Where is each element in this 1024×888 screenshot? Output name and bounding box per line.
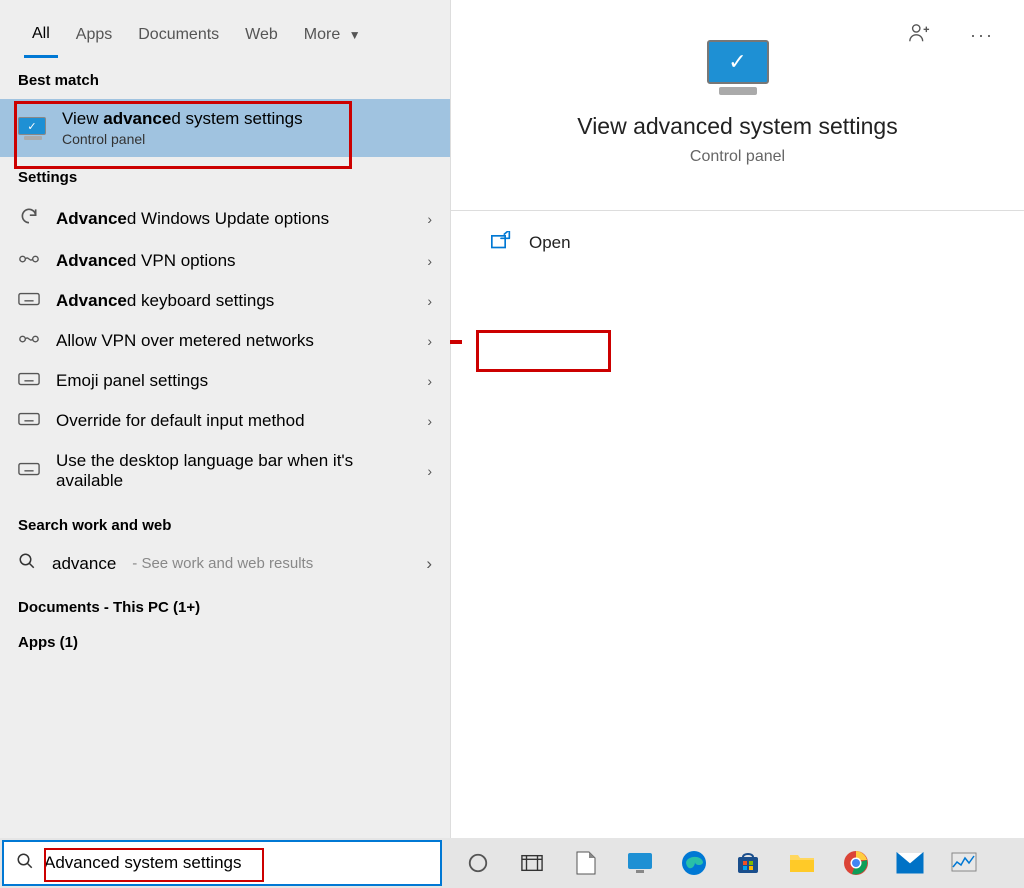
monitor-icon: ✓ xyxy=(18,117,48,139)
chevron-right-icon: › xyxy=(427,253,432,269)
chevron-down-icon: ▼ xyxy=(349,28,361,42)
chevron-right-icon: › xyxy=(427,413,432,429)
results-column: All Apps Documents Web More ▼ Best match… xyxy=(0,0,450,838)
chevron-right-icon: › xyxy=(427,373,432,389)
settings-item-4[interactable]: Emoji panel settings › xyxy=(0,361,450,401)
task-view-icon[interactable] xyxy=(508,839,556,887)
chevron-right-icon: › xyxy=(426,554,432,574)
settings-label: Settings xyxy=(0,157,450,196)
cortana-icon[interactable] xyxy=(454,839,502,887)
keyboard-icon xyxy=(18,372,40,391)
apps-section-label[interactable]: Apps (1) xyxy=(0,620,450,655)
search-input[interactable] xyxy=(44,853,428,873)
best-match-result[interactable]: ✓ View advanced system settings Control … xyxy=(0,99,450,157)
highlight-dash xyxy=(450,340,462,344)
settings-item-label: Advanced keyboard settings xyxy=(56,291,411,311)
settings-item-0[interactable]: Advanced Windows Update options › xyxy=(0,196,450,241)
tab-apps[interactable]: Apps xyxy=(68,22,120,56)
settings-item-3[interactable]: Allow VPN over metered networks › xyxy=(0,321,450,361)
settings-item-label: Advanced VPN options xyxy=(56,251,411,271)
system-monitor-icon[interactable] xyxy=(940,839,988,887)
chevron-right-icon: › xyxy=(427,333,432,349)
best-match-label: Best match xyxy=(0,60,450,99)
settings-item-6[interactable]: Use the desktop language bar when it's a… xyxy=(0,441,450,501)
details-title: View advanced system settings xyxy=(471,113,1004,140)
search-tabs: All Apps Documents Web More ▼ xyxy=(0,0,450,60)
display-settings-icon[interactable] xyxy=(616,839,664,887)
monitor-icon-large: ✓ xyxy=(703,40,773,95)
chevron-right-icon: › xyxy=(427,463,432,479)
vpn-icon xyxy=(18,332,40,351)
settings-item-5[interactable]: Override for default input method › xyxy=(0,401,450,441)
libreoffice-icon[interactable] xyxy=(562,839,610,887)
settings-item-1[interactable]: Advanced VPN options › xyxy=(0,241,450,281)
settings-item-label: Advanced Windows Update options xyxy=(56,209,411,229)
settings-item-2[interactable]: Advanced keyboard settings › xyxy=(0,281,450,321)
more-options-icon[interactable]: ··· xyxy=(970,25,994,46)
store-icon[interactable] xyxy=(724,839,772,887)
search-web-label: Search work and web xyxy=(0,501,450,542)
file-explorer-icon[interactable] xyxy=(778,839,826,887)
tab-documents[interactable]: Documents xyxy=(130,22,227,56)
vpn-icon xyxy=(18,252,40,271)
chevron-right-icon: › xyxy=(427,293,432,309)
chevron-right-icon: › xyxy=(427,211,432,227)
details-subtitle: Control panel xyxy=(471,148,1004,166)
web-search-result[interactable]: advance - See work and web results › xyxy=(0,542,450,585)
settings-item-label: Override for default input method xyxy=(56,411,411,431)
search-icon xyxy=(18,552,36,575)
mail-icon[interactable] xyxy=(886,839,934,887)
settings-list: Advanced Windows Update options›Advanced… xyxy=(0,196,450,501)
person-icon[interactable] xyxy=(908,22,930,49)
keyboard-icon xyxy=(18,412,40,431)
search-icon xyxy=(16,852,34,875)
windows-search-panel: All Apps Documents Web More ▼ Best match… xyxy=(0,0,1024,838)
open-icon xyxy=(491,231,511,254)
settings-item-label: Use the desktop language bar when it's a… xyxy=(56,451,411,491)
documents-section-label[interactable]: Documents - This PC (1+) xyxy=(0,585,450,620)
chrome-icon[interactable] xyxy=(832,839,880,887)
tab-more[interactable]: More ▼ xyxy=(296,22,369,56)
best-match-text: View advanced system settings Control pa… xyxy=(62,109,303,147)
keyboard-icon xyxy=(18,292,40,311)
taskbar xyxy=(0,838,1024,888)
open-action[interactable]: Open xyxy=(451,211,1024,274)
taskbar-search[interactable] xyxy=(2,840,442,886)
details-column: ··· ✓ View advanced system settings Cont… xyxy=(450,0,1024,838)
keyboard-icon xyxy=(18,462,40,481)
taskbar-icons xyxy=(444,838,988,888)
edge-icon[interactable] xyxy=(670,839,718,887)
header-actions: ··· xyxy=(908,22,994,49)
settings-item-label: Emoji panel settings xyxy=(56,371,411,391)
tab-all[interactable]: All xyxy=(24,21,58,58)
refresh-icon xyxy=(18,206,40,231)
tab-web[interactable]: Web xyxy=(237,22,286,56)
settings-item-label: Allow VPN over metered networks xyxy=(56,331,411,351)
